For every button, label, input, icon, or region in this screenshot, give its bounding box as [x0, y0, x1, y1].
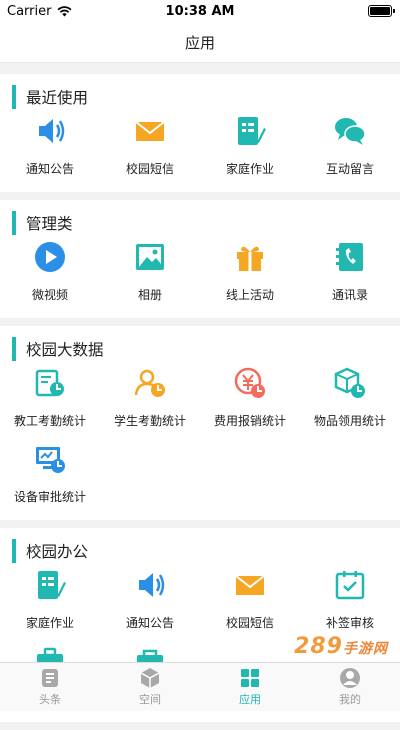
- speaker-icon: [33, 114, 67, 148]
- app-label: 物品领用统计: [313, 414, 386, 428]
- app-tile-sms[interactable]: 校园短信: [100, 110, 200, 186]
- app-tile-video[interactable]: 微视频: [0, 236, 100, 312]
- app-tile-homework[interactable]: 家庭作业: [200, 110, 300, 186]
- chat-icon: [333, 114, 367, 148]
- app-tile-makeup-review[interactable]: 补签审核: [300, 564, 400, 640]
- nav-bar: 应用: [0, 22, 400, 63]
- app-label: 补签审核: [325, 616, 374, 630]
- battery-icon: [368, 5, 395, 17]
- app-label: 校园短信: [125, 162, 174, 176]
- app-label: 相册: [137, 288, 162, 302]
- cube-icon: [140, 668, 160, 688]
- app-tile-device[interactable]: 设备审批统计: [0, 438, 100, 514]
- tab-space[interactable]: 空间: [100, 663, 200, 711]
- envelope-icon: [233, 568, 267, 602]
- app-tile-contacts[interactable]: 通讯录: [300, 236, 400, 312]
- device-icon: [33, 442, 67, 476]
- speaker-icon: [133, 568, 167, 602]
- section-header: 最近使用: [12, 84, 400, 110]
- app-tile-notice[interactable]: 通知公告: [100, 564, 200, 640]
- app-label: 教工考勤统计: [13, 414, 86, 428]
- goods-icon: [333, 366, 367, 400]
- app-tile-goods[interactable]: 物品领用统计: [300, 362, 400, 438]
- app-label: 通知公告: [125, 616, 174, 630]
- section-title: 校园大数据: [26, 341, 104, 359]
- page-title: 应用: [184, 33, 215, 52]
- tab-label: 我的: [339, 693, 361, 706]
- section-header: 校园办公: [12, 538, 400, 564]
- tab-apps[interactable]: 应用: [200, 663, 300, 711]
- app-label: 线上活动: [225, 288, 274, 302]
- section-header: 校园大数据: [12, 336, 400, 362]
- app-grid: 通知公告 校园短信 家庭作业 互动留言: [0, 110, 400, 192]
- staff-attendance-icon: [33, 366, 67, 400]
- tab-headlines[interactable]: 头条: [0, 663, 100, 711]
- profile-icon: [340, 668, 360, 688]
- check-calendar-icon: [333, 568, 367, 602]
- student-attendance-icon: [133, 366, 167, 400]
- section-accent-bar: [12, 85, 16, 109]
- app-label: 微视频: [31, 288, 68, 302]
- tab-bar: 头条 空间 应用 我的: [0, 662, 400, 711]
- section-campus-data: 校园大数据 教工考勤统计 学生考勤统计 费用报销统计 物品领用统计 设备审批统计: [0, 326, 400, 520]
- app-label: 设备审批统计: [13, 490, 86, 504]
- app-tile-album[interactable]: 相册: [100, 236, 200, 312]
- watermark-sub: 手游网: [343, 641, 388, 657]
- section-accent-bar: [12, 337, 16, 361]
- homework-icon: [33, 568, 67, 602]
- section-accent-bar: [12, 211, 16, 235]
- section-management: 管理类 微视频 相册 线上活动 通讯录: [0, 200, 400, 318]
- app-label: 学生考勤统计: [113, 414, 186, 428]
- apps-icon: [241, 669, 259, 687]
- watermark-logo: 289手游网: [294, 634, 388, 659]
- tab-label: 应用: [239, 693, 261, 706]
- play-icon: [33, 240, 67, 274]
- app-tile-student-attendance[interactable]: 学生考勤统计: [100, 362, 200, 438]
- tab-profile[interactable]: 我的: [300, 663, 400, 711]
- app-label: 家庭作业: [25, 616, 74, 630]
- status-bar: Carrier 10:38 AM: [0, 0, 400, 22]
- headline-icon: [42, 669, 58, 687]
- app-tile-chat[interactable]: 互动留言: [300, 110, 400, 186]
- status-time: 10:38 AM: [165, 3, 235, 19]
- app-tile-activity[interactable]: 线上活动: [200, 236, 300, 312]
- gift-icon: [233, 240, 267, 274]
- app-label: 通知公告: [25, 162, 74, 176]
- section-title: 管理类: [26, 215, 73, 233]
- section-accent-bar: [12, 539, 16, 563]
- tab-label: 空间: [139, 693, 161, 706]
- app-tile-staff-attendance[interactable]: 教工考勤统计: [0, 362, 100, 438]
- section-title: 最近使用: [26, 89, 89, 107]
- tab-label: 头条: [39, 693, 61, 706]
- watermark-main: 289: [294, 634, 343, 659]
- app-label: 费用报销统计: [213, 414, 286, 428]
- section-header: 管理类: [12, 210, 400, 236]
- app-label: 互动留言: [325, 162, 374, 176]
- homework-icon: [233, 114, 267, 148]
- contacts-icon: [333, 240, 367, 274]
- app-tile-expense[interactable]: 费用报销统计: [200, 362, 300, 438]
- album-icon: [133, 240, 167, 274]
- section-recent: 最近使用 通知公告 校园短信 家庭作业 互动留言: [0, 74, 400, 192]
- app-label: 家庭作业: [225, 162, 274, 176]
- content: 最近使用 通知公告 校园短信 家庭作业 互动留言 管理类 微视频 相册 线上活动…: [0, 74, 400, 730]
- expense-icon: [233, 366, 267, 400]
- app-tile-homework[interactable]: 家庭作业: [0, 564, 100, 640]
- app-tile-sms[interactable]: 校园短信: [200, 564, 300, 640]
- app-label: 校园短信: [225, 616, 274, 630]
- app-label: 通讯录: [331, 288, 368, 302]
- app-tile-notice[interactable]: 通知公告: [0, 110, 100, 186]
- envelope-icon: [133, 114, 167, 148]
- app-grid: 教工考勤统计 学生考勤统计 费用报销统计 物品领用统计 设备审批统计: [0, 362, 400, 520]
- section-title: 校园办公: [26, 543, 89, 561]
- app-grid: 微视频 相册 线上活动 通讯录: [0, 236, 400, 318]
